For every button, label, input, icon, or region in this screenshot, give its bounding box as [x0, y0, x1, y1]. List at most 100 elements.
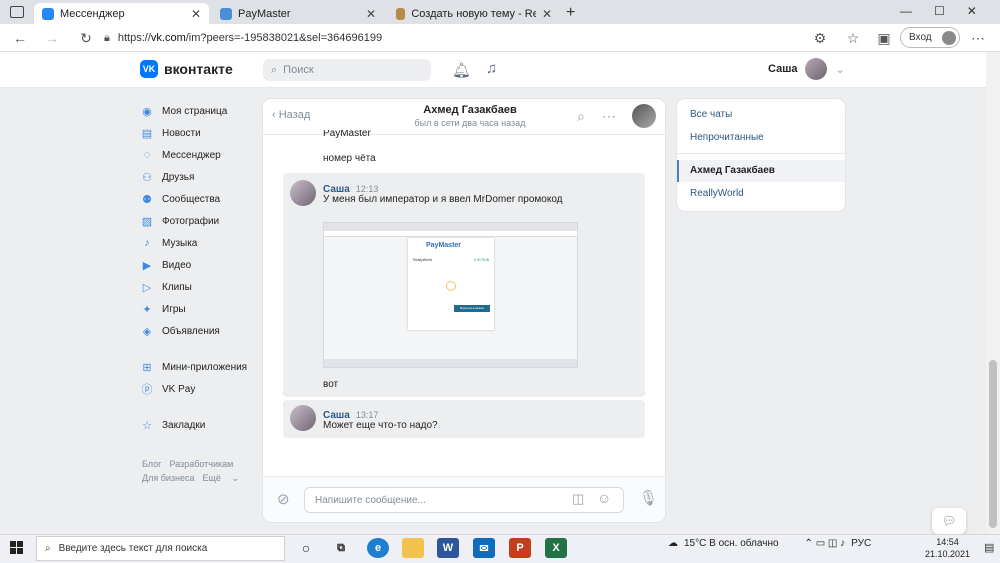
chat-tab-reallyworld[interactable]: ReallyWorld [690, 188, 744, 199]
nav-item-communities[interactable]: ⚉ Сообщества [140, 188, 260, 210]
reload-icon[interactable]: ↻ [76, 28, 96, 48]
excel-icon[interactable]: X [545, 538, 567, 558]
notifications-bell-icon[interactable]: 🔔︎ [452, 61, 471, 79]
message-avatar[interactable] [290, 180, 316, 206]
music-note-icon[interactable]: ♫ [486, 60, 497, 77]
tab-messenger[interactable]: Мессенджер ✕ [34, 3, 209, 24]
nav-item-video[interactable]: ▶ Видео [140, 254, 260, 276]
vk-tab-icon [42, 7, 54, 20]
scrollbar-thumb[interactable] [989, 360, 997, 528]
nav-item-games[interactable]: ✦ Игры [140, 298, 260, 320]
music-icon: ♪ [144, 237, 150, 249]
tab-title: Мессенджер [60, 7, 125, 20]
nav-item-news[interactable]: ▤ Новости [140, 122, 260, 144]
nav-item-friends[interactable]: ⚇ Друзья [140, 166, 260, 188]
nav-label: Мессенджер [162, 149, 221, 161]
mail-icon[interactable]: ✉ [473, 538, 495, 558]
windows-start-icon[interactable] [10, 541, 23, 554]
user-menu[interactable]: Саша ⌄ [768, 58, 845, 80]
file-explorer-icon[interactable] [402, 538, 424, 558]
tab-title: Создать новую тему - ReallyWo [411, 7, 536, 20]
attach-paperclip-icon[interactable]: ⊘ [277, 490, 290, 508]
message-header: Саша 13:17 [323, 407, 378, 421]
search-icon: ⌕ [271, 63, 278, 76]
nav-item-mini-apps[interactable]: ⊞ Мини-приложения [140, 356, 260, 378]
cortana-icon[interactable]: ○ [295, 538, 317, 558]
nav-item-photos[interactable]: ▨ Фотографии [140, 210, 260, 232]
window-controls[interactable]: —☐✕ [900, 4, 999, 18]
message-image-attachment[interactable]: PayMaster ReallyWorld 5 00 RUB Вернуться… [323, 222, 578, 368]
chat-peer-info[interactable]: Ахмед Газакбаев был в сети два часа наза… [400, 104, 540, 128]
nav-item-ads[interactable]: ◈ Объявления [140, 320, 260, 342]
close-tab-icon[interactable]: ✕ [191, 7, 201, 21]
footer-link-developers[interactable]: Разработчикам [169, 459, 233, 469]
left-navigation: ◉ Моя страница ▤ Новости ◌ Мессенджер ⚇ Друз… [140, 100, 260, 436]
vk-logo[interactable]: VK вконтакте [140, 60, 233, 78]
task-view-icon[interactable]: ⧉ [330, 538, 352, 558]
peer-name: Ахмед Газакбаев [423, 104, 517, 116]
attachment-return-button: Вернуться в магазин [454, 305, 490, 312]
nav-label: Игры [162, 303, 186, 315]
attachment-pending-icon [446, 281, 456, 291]
profile-login-button[interactable]: Вход [900, 27, 960, 48]
floating-chat-icon[interactable]: 💬︎ [932, 508, 966, 534]
chat-search-icon[interactable]: ⌕ [577, 108, 585, 125]
edge-browser-icon[interactable]: e [367, 538, 389, 558]
footer-link-blog[interactable]: Блог [142, 459, 161, 469]
nav-label: VK Pay [162, 383, 196, 395]
video-icon: ▶ [142, 259, 152, 272]
tab-actions-icon[interactable] [10, 6, 24, 18]
footer-link-more[interactable]: Ещё ⌄ [203, 473, 239, 483]
filter-all-chats[interactable]: Все чаты [690, 109, 732, 120]
peer-avatar[interactable] [632, 104, 656, 128]
language-indicator[interactable]: РУС [851, 538, 871, 549]
tray-icons[interactable]: ⌃ ▭ ◫ ♪ [805, 538, 846, 549]
chevron-left-icon: ‹ [272, 109, 279, 121]
close-tab-icon[interactable]: ✕ [366, 7, 376, 21]
nav-item-clips[interactable]: ▷ Клипы [140, 276, 260, 298]
camera-icon[interactable]: ◫ [572, 491, 584, 507]
chat-bubble-icon: ◌ [143, 149, 151, 161]
new-tab-button[interactable]: + [566, 4, 575, 22]
nav-label: Клипы [162, 281, 192, 293]
word-icon[interactable]: W [437, 538, 459, 558]
emoji-smile-icon[interactable]: ☺ [597, 490, 611, 506]
user-circle-icon: ◉ [142, 105, 152, 118]
nav-item-vk-pay[interactable]: ⓟ VK Pay [140, 378, 260, 400]
taskbar-search-input[interactable]: ⌕ Введите здесь текст для поиска [36, 536, 285, 561]
back-arrow-icon[interactable]: ← [10, 28, 30, 48]
browser-menu-icon[interactable]: ⋯ [968, 28, 988, 48]
close-tab-icon[interactable]: ✕ [542, 7, 552, 21]
forward-arrow-icon[interactable]: → [42, 28, 62, 48]
nav-item-my-page[interactable]: ◉ Моя страница [140, 100, 260, 122]
nav-label: Друзья [162, 171, 195, 183]
footer-link-business[interactable]: Для бизнеса [142, 473, 195, 483]
clock-time: 14:54 [936, 537, 959, 547]
newspaper-icon: ▤ [141, 127, 153, 140]
back-button[interactable]: ‹ Назад [272, 109, 310, 121]
message-text: Может еще что-то надо? [323, 420, 438, 431]
address-field[interactable]: 🔒︎ https://vk.com/im?peers=-195838021&se… [104, 28, 804, 48]
vk-search-input[interactable]: ⌕ Поиск [263, 59, 431, 81]
attachment-merchant: ReallyWorld [413, 258, 432, 262]
powerpoint-icon[interactable]: P [509, 538, 531, 558]
filter-unread[interactable]: Непрочитанные [690, 132, 764, 143]
chat-tab-akhmed[interactable]: Ахмед Газакбаев [690, 165, 775, 176]
nav-label: Новости [162, 127, 201, 139]
favorites-icon[interactable]: ☆ [843, 28, 863, 48]
attachment-amount: 5 00 RUB [473, 258, 489, 262]
more-options-icon[interactable]: ⋯ [602, 108, 616, 125]
nav-item-music[interactable]: ♪ Музыка [140, 232, 260, 254]
taskbar-clock[interactable]: 14:54 21.10.2021 [925, 536, 970, 560]
nav-item-bookmarks[interactable]: ☆ Закладки [140, 414, 260, 436]
collections-icon[interactable]: ▣ [874, 28, 894, 48]
nav-item-messenger[interactable]: ◌ Мессенджер [140, 144, 260, 166]
weather-text[interactable]: 15°C В осн. облачно [684, 538, 779, 549]
tab-reallyworld[interactable]: Создать новую тему - ReallyWo ✕ [388, 3, 560, 24]
message-avatar[interactable] [290, 405, 316, 431]
microphone-icon[interactable]: 🎙︎ [639, 489, 658, 507]
notifications-icon[interactable]: ▤ [984, 541, 994, 554]
tracking-icon[interactable]: ⚙ [810, 28, 830, 48]
tab-paymaster[interactable]: PayMaster ✕ [212, 3, 384, 24]
message-time: 12:13 [355, 184, 379, 194]
